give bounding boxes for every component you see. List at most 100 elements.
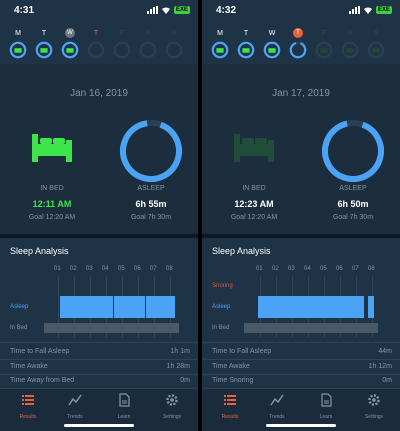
day-ring-icon (113, 41, 131, 59)
stat-row: Time Snoring 0m (212, 377, 392, 384)
day-fri[interactable]: F (112, 28, 132, 64)
day-sun[interactable]: S (164, 28, 184, 64)
snoring-row-label: Snoring (212, 283, 233, 289)
wifi-icon (363, 7, 372, 14)
tab-learn[interactable]: Learn (306, 393, 346, 420)
asleep-duration: 6h 55m (135, 199, 167, 209)
night-date: Jan 17, 2019 (272, 88, 330, 99)
day-mon[interactable]: M (210, 28, 230, 64)
tab-trends[interactable]: Trends (257, 393, 297, 420)
tab-results[interactable]: Results (8, 393, 48, 420)
day-ring-icon (315, 41, 333, 59)
signal-icon (146, 6, 158, 14)
tab-bar: Results Trends Learn Settings (202, 388, 400, 431)
day-ring-icon (35, 41, 53, 59)
day-ring-icon (341, 41, 359, 59)
bed-icon (32, 134, 72, 162)
day-thu[interactable]: T (288, 28, 308, 64)
day-ring-icon (87, 41, 105, 59)
night-summary: Jan 16, 2019 IN BED 12:11 AM Goal 12:20 … (0, 64, 198, 234)
tab-settings[interactable]: Settings (354, 393, 394, 420)
day-wed[interactable]: W (60, 28, 80, 64)
in-bed-time: 12:23 AM (234, 199, 274, 209)
day-ring-icon (289, 41, 307, 59)
tab-trends[interactable]: Trends (55, 393, 95, 420)
in-bed-bar (44, 323, 179, 333)
day-thu[interactable]: T (86, 28, 106, 64)
day-sun[interactable]: S (366, 28, 386, 64)
asleep-duration: 6h 50m (337, 199, 369, 209)
analysis-title: Sleep Analysis (10, 246, 69, 256)
stat-row: Time Awake 1h 28m (10, 363, 190, 370)
day-fri[interactable]: F (314, 28, 334, 64)
day-ring-icon (211, 41, 229, 59)
in-bed-goal: Goal 12:20 AM (28, 214, 76, 221)
wifi-icon (161, 7, 170, 14)
day-ring-icon (263, 41, 281, 59)
day-ring-icon (61, 41, 79, 59)
day-ring-icon (165, 41, 183, 59)
analysis-title: Sleep Analysis (212, 246, 271, 256)
asleep-row-label: Asleep (212, 304, 231, 310)
battery-icon: EXE (173, 6, 190, 14)
week-selector: M T W T F S S (202, 22, 400, 64)
gear-icon (166, 394, 178, 406)
stat-row: Time Awake 1h 12m (212, 363, 392, 370)
asleep-row-label: Asleep (10, 304, 29, 310)
asleep-goal: Goal 7h 30m (332, 214, 374, 221)
day-wed[interactable]: W (262, 28, 282, 64)
status-time: 4:32 (216, 5, 237, 16)
day-mon[interactable]: M (8, 28, 28, 64)
tab-results[interactable]: Results (210, 393, 250, 420)
day-sat[interactable]: S (340, 28, 360, 64)
night-summary: Jan 17, 2019 IN BED 12:23 AM Goal 12:20 … (202, 64, 400, 234)
week-selector: M T W T F S S (0, 22, 198, 64)
in-bed-goal: Goal 12:20 AM (230, 214, 278, 221)
in-bed-label: IN BED (40, 185, 64, 192)
asleep-progress-ring (322, 120, 384, 182)
day-tue[interactable]: T (34, 28, 54, 64)
day-ring-icon (367, 41, 385, 59)
status-time: 4:31 (14, 5, 35, 16)
screen-left: 4:31 EXE M T W T F S S Jan 16, 2019 IN B… (0, 0, 198, 431)
stat-row: Time to Fall Asleep 1h 1m (10, 348, 190, 355)
day-ring-icon (237, 41, 255, 59)
sleep-analysis: Sleep Analysis 01 02 03 04 05 06 07 08 A… (0, 238, 198, 388)
list-icon (22, 395, 34, 405)
day-ring-icon (139, 41, 157, 59)
in-bed-bar (244, 323, 378, 333)
in-bed-time: 12:11 AM (32, 199, 72, 209)
battery-icon: EXE (375, 6, 392, 14)
asleep-progress-ring (120, 120, 182, 182)
night-date: Jan 16, 2019 (70, 88, 128, 99)
asleep-label: ASLEEP (137, 185, 165, 192)
signal-icon (348, 6, 360, 14)
asleep-bar (60, 296, 175, 318)
in-bed-row-label: In Bed (10, 325, 28, 331)
stat-row: Time to Fall Asleep 44m (212, 348, 392, 355)
day-sat[interactable]: S (138, 28, 158, 64)
asleep-bar (258, 296, 364, 318)
list-icon (224, 395, 236, 405)
asleep-label: ASLEEP (339, 185, 367, 192)
stat-row: Time Away from Bed 0m (10, 377, 190, 384)
tab-settings[interactable]: Settings (152, 393, 192, 420)
status-bar: 4:32 EXE (202, 0, 400, 22)
asleep-goal: Goal 7h 30m (130, 214, 172, 221)
status-bar: 4:31 EXE (0, 0, 198, 22)
tab-bar: Results Trends Learn Settings (0, 388, 198, 431)
home-indicator[interactable] (64, 424, 134, 427)
sleep-analysis: Sleep Analysis 01 02 03 04 05 06 07 08 S… (202, 238, 400, 388)
document-icon (321, 393, 332, 407)
home-indicator[interactable] (266, 424, 336, 427)
document-icon (119, 393, 130, 407)
bed-icon (234, 134, 274, 162)
in-bed-label: IN BED (242, 185, 266, 192)
gear-icon (368, 394, 380, 406)
trend-line-icon (270, 394, 284, 406)
day-tue[interactable]: T (236, 28, 256, 64)
asleep-bar (368, 296, 374, 318)
screen-right: 4:32 EXE M T W T F S S Jan 17, 2019 IN B… (202, 0, 400, 431)
in-bed-row-label: In Bed (212, 325, 230, 331)
tab-learn[interactable]: Learn (104, 393, 144, 420)
